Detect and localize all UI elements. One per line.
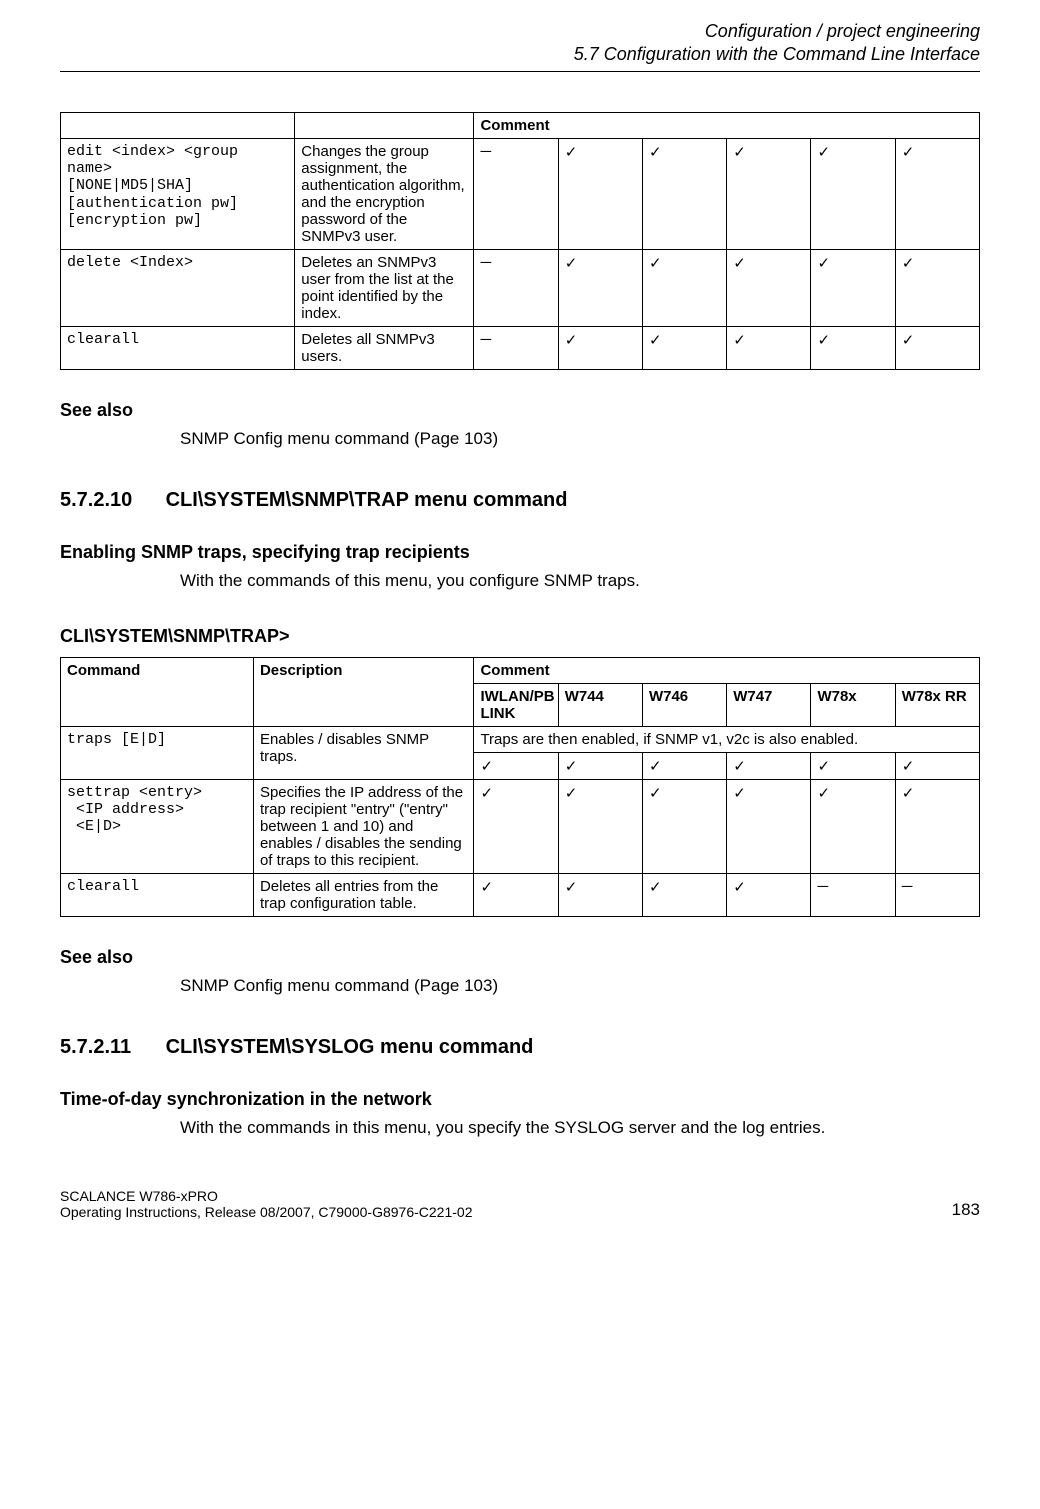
cell: ✓ [727,873,811,916]
cell: ✓ [474,873,558,916]
snmp-trap-table: Command Description Comment IWLAN/PB LIN… [60,657,980,917]
table-row: clearall Deletes all SNMPv3 users. ─ ✓ ✓… [61,326,980,369]
desc-cell: Enables / disables SNMP traps. [253,726,474,779]
desc-cell: Deletes an SNMPv3 user from the list at … [295,249,474,326]
desc-cell: Deletes all entries from the trap config… [253,873,474,916]
header-line1: Configuration / project engineering [60,20,980,43]
cell: ✓ [895,326,979,369]
table-row: clearall Deletes all entries from the tr… [61,873,980,916]
cell: ✓ [558,326,642,369]
header-line2: 5.7 Configuration with the Command Line … [60,43,980,66]
desc-cell: Deletes all SNMPv3 users. [295,326,474,369]
cell: ✓ [474,779,558,873]
body-paragraph: With the commands in this menu, you spec… [180,1118,980,1138]
table-header-row: Comment [61,112,980,138]
cell: ─ [811,873,895,916]
subcol: W78x [811,683,895,726]
section-title: CLI\SYSTEM\SNMP\TRAP menu command [166,489,568,511]
subcol: W746 [642,683,726,726]
col-command: Command [61,657,254,726]
see-also-heading: See also [60,400,980,421]
cell: ✓ [811,326,895,369]
table-row: traps [E|D] Enables / disables SNMP trap… [61,726,980,752]
cmd-cell: delete <Index> [61,249,295,326]
cell: ✓ [811,779,895,873]
cmd-cell: settrap <entry> <IP address> <E|D> [61,779,254,873]
page-header: Configuration / project engineering 5.7 … [60,20,980,67]
section-number: 5.7.2.11 [60,1036,160,1059]
cell: ✓ [895,138,979,249]
col-description: Description [253,657,474,726]
footer-line1: SCALANCE W786-xPRO [60,1188,472,1204]
cell: ✓ [895,249,979,326]
col-comment: Comment [474,112,980,138]
cell: ✓ [727,138,811,249]
cell: ─ [474,326,558,369]
note-cell: Traps are then enabled, if SNMP v1, v2c … [474,726,980,752]
table-row: settrap <entry> <IP address> <E|D> Speci… [61,779,980,873]
cell: ✓ [727,326,811,369]
desc-cell: Changes the group assignment, the authen… [295,138,474,249]
cell: ✓ [558,138,642,249]
cell: ✓ [811,752,895,779]
footer-line2: Operating Instructions, Release 08/2007,… [60,1204,472,1220]
cell: ✓ [642,249,726,326]
page-footer: SCALANCE W786-xPRO Operating Instruction… [60,1188,980,1220]
table-header-row: Command Description Comment [61,657,980,683]
subcol: W747 [727,683,811,726]
section-heading: 5.7.2.10 CLI\SYSTEM\SNMP\TRAP menu comma… [60,489,980,512]
cell: ✓ [642,779,726,873]
cell: ✓ [474,752,558,779]
cell: ✓ [727,752,811,779]
cell: ✓ [811,138,895,249]
section-number: 5.7.2.10 [60,489,160,512]
cell: ✓ [558,779,642,873]
cell: ✓ [642,873,726,916]
table-row: edit <index> <group name> [NONE|MD5|SHA]… [61,138,980,249]
cell: ✓ [558,873,642,916]
cell: ─ [474,138,558,249]
cell: ✓ [558,249,642,326]
see-also-link: SNMP Config menu command (Page 103) [180,976,980,996]
section-title: CLI\SYSTEM\SYSLOG menu command [166,1036,534,1058]
col-description [295,112,474,138]
cell: ✓ [727,779,811,873]
cli-path-heading: CLI\SYSTEM\SNMP\TRAP> [60,626,980,647]
cmd-cell: clearall [61,326,295,369]
cell: ✓ [558,752,642,779]
col-comment: Comment [474,657,980,683]
cell: ─ [474,249,558,326]
cell: ✓ [895,752,979,779]
see-also-heading: See also [60,947,980,968]
table-row: delete <Index> Deletes an SNMPv3 user fr… [61,249,980,326]
snmpv3-users-table: Comment edit <index> <group name> [NONE|… [60,112,980,370]
page-number: 183 [952,1200,980,1220]
cmd-cell: clearall [61,873,254,916]
body-paragraph: With the commands of this menu, you conf… [180,571,980,591]
cell: ✓ [727,249,811,326]
cell: ✓ [642,326,726,369]
subcol: W744 [558,683,642,726]
cell: ✓ [642,138,726,249]
cmd-cell: traps [E|D] [61,726,254,779]
cell: ✓ [642,752,726,779]
section-heading: 5.7.2.11 CLI\SYSTEM\SYSLOG menu command [60,1036,980,1059]
subsection-heading: Enabling SNMP traps, specifying trap rec… [60,542,980,563]
cell: ✓ [811,249,895,326]
desc-cell: Specifies the IP address of the trap rec… [253,779,474,873]
cell: ─ [895,873,979,916]
subcol: W78x RR [895,683,979,726]
cell: ✓ [895,779,979,873]
header-divider [60,71,980,72]
see-also-link: SNMP Config menu command (Page 103) [180,429,980,449]
subcol: IWLAN/PB LINK [474,683,558,726]
cmd-cell: edit <index> <group name> [NONE|MD5|SHA]… [61,138,295,249]
subsection-heading: Time-of-day synchronization in the netwo… [60,1089,980,1110]
col-command [61,112,295,138]
